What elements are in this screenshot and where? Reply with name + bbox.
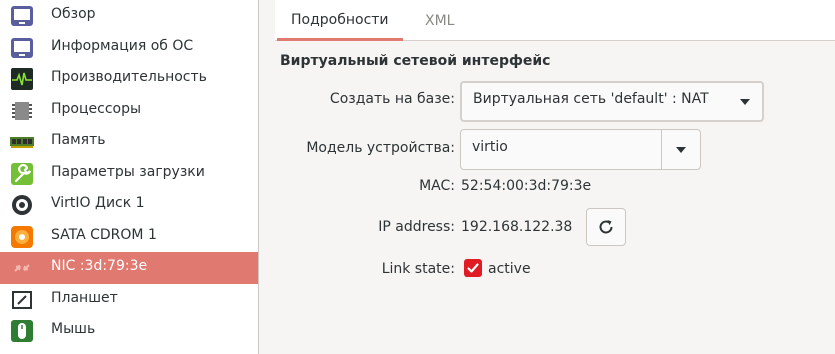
sidebar-item-label: Производительность [51,69,207,85]
sidebar-item-processors[interactable]: Процессоры [0,95,258,127]
device-model-value[interactable]: virtio [472,139,508,155]
sidebar-item-label: Процессоры [51,100,142,117]
tablet-icon [10,288,34,312]
link-state-checkbox[interactable] [464,259,482,277]
device-model-combobox[interactable]: virtio [460,129,701,170]
sidebar-item-boot-options[interactable]: Параметры загрузки [0,158,258,190]
source-network-value: Виртуальная сеть 'default' : NAT [473,91,709,107]
ip-address-label: IP address: [378,219,455,235]
sidebar-item-sata-cdrom[interactable]: SATA CDROM 1 [0,221,258,253]
sidebar-item-os-info[interactable]: Информация об ОС [0,32,258,64]
cpu-chip-icon [10,99,34,123]
refresh-icon [599,220,613,234]
device-model-label: Модель устройства: [306,140,455,156]
device-list-sidebar: Обзор Информация об ОС Производительност… [0,0,259,354]
source-label: Создать на базе: [329,91,455,107]
memory-module-icon [10,130,34,154]
source-network-dropdown[interactable]: Виртуальная сеть 'default' : NAT [460,81,764,122]
sidebar-item-mouse[interactable]: Мышь [0,315,258,347]
refresh-ip-button[interactable] [586,208,626,246]
performance-graph-icon [10,67,34,91]
disk-icon [10,193,34,217]
boot-wrench-icon [10,162,34,186]
combo-divider [661,130,662,169]
cdrom-icon [10,225,34,249]
mac-value: 52:54:00:3d:79:3e [461,178,592,194]
sidebar-item-label: SATA CDROM 1 [51,226,157,243]
sidebar-item-label: Параметры загрузки [51,163,205,180]
sidebar-item-label: Память [51,132,106,148]
sidebar-item-label: VirtIO Диск 1 [51,195,145,211]
ip-address-value: 192.168.122.38 [461,219,573,235]
chevron-down-icon[interactable] [676,147,686,153]
sidebar-item-nic[interactable]: NIC :3d:79:3e [0,252,258,284]
sidebar-item-memory[interactable]: Память [0,126,258,158]
tab-xml[interactable]: XML [411,0,468,41]
mac-label: MAC: [419,178,455,194]
link-state-value[interactable]: active [488,261,531,277]
details-panel: Подробности XML Виртуальный сетевой инте… [275,0,835,354]
section-title: Виртуальный сетевой интерфейс [280,53,551,69]
sidebar-item-label: NIC :3d:79:3e [51,258,148,274]
tab-details[interactable]: Подробности [277,0,403,41]
sidebar-item-label: Планшет [51,289,118,306]
sidebar-item-tablet[interactable]: Планшет [0,284,258,316]
sidebar-item-label: Мышь [51,321,96,337]
os-monitor-icon [10,36,34,60]
sidebar-item-label: Обзор [51,6,96,22]
sidebar-item-label: Информация об ОС [51,37,194,54]
overview-monitor-icon [10,4,34,28]
link-state-label: Link state: [381,261,455,277]
network-nic-icon [10,256,34,280]
mouse-icon [10,319,34,343]
sidebar-item-virtio-disk[interactable]: VirtIO Диск 1 [0,189,258,221]
sidebar-item-overview[interactable]: Обзор [0,0,258,32]
chevron-down-icon [740,99,750,105]
sidebar-item-performance[interactable]: Производительность [0,63,258,95]
tab-bar: Подробности XML [275,0,835,41]
checkmark-icon [467,263,479,273]
